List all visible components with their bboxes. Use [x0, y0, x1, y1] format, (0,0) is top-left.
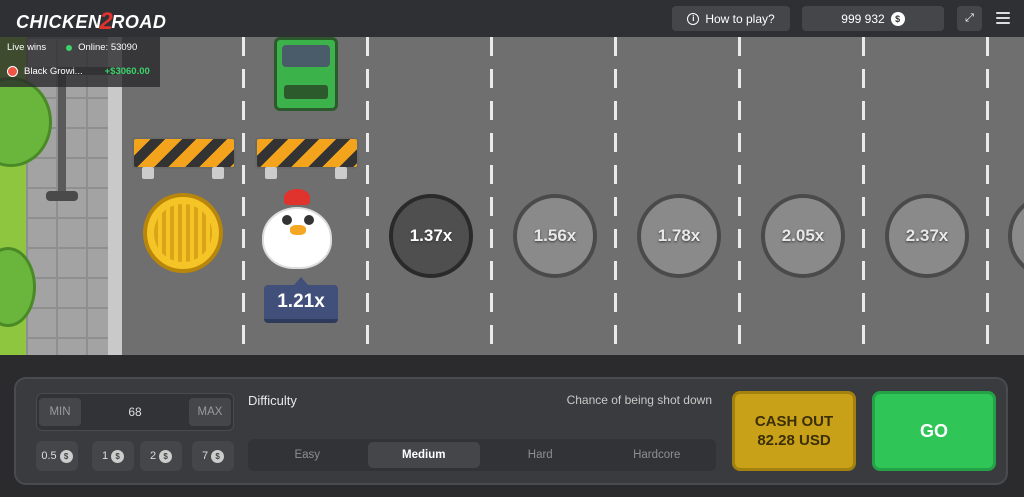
game-field: 1.21x 1.37x 1.56x 1.78x 2.05x 2.37x Live… [0, 37, 1024, 355]
min-bet-button[interactable]: MIN [39, 398, 81, 426]
quick-bet-value: 2 [149, 450, 157, 462]
current-multiplier-tag: 1.21x [264, 277, 338, 323]
online-count: Online: 53090 [78, 42, 138, 53]
manhole-multiplier[interactable]: 1.56x [513, 194, 597, 278]
barrier-leg [212, 167, 224, 179]
live-wins-label: Live wins [7, 42, 47, 53]
green-truck [270, 37, 342, 113]
road-barrier [255, 133, 359, 179]
live-wins-panel: Live wins Online: 53090 Black Growi... +… [0, 37, 160, 87]
quick-bet-button[interactable]: 1 $ [92, 441, 134, 471]
fullscreen-button[interactable]: ⤢ [957, 6, 982, 31]
chicken-eye [282, 215, 292, 225]
road-barrier [132, 133, 236, 179]
difficulty-label: Difficulty [248, 393, 297, 408]
max-bet-button[interactable]: MAX [188, 398, 231, 426]
balance-value: 999 932 [841, 11, 885, 26]
logo-text-2: ROAD [111, 12, 167, 32]
how-to-play-label: How to play? [705, 11, 775, 26]
live-header: Live wins Online: 53090 [7, 42, 137, 53]
menu-icon-line [996, 12, 1010, 14]
manhole-multiplier[interactable]: 2.05x [761, 194, 845, 278]
barrier-stripes [255, 137, 359, 169]
quick-bet-button[interactable]: 7 $ [192, 441, 234, 471]
multiplier-label: 1.56x [533, 226, 577, 245]
go-button[interactable]: GO [872, 391, 996, 471]
logo-number: 2 [99, 8, 114, 35]
quick-bet-value: 1 [101, 450, 109, 462]
quick-bet-button[interactable]: 2 $ [140, 441, 182, 471]
chicken-comb [284, 189, 310, 205]
how-to-play-button[interactable]: i How to play? [672, 6, 790, 31]
quick-bet-button[interactable]: 0.5 $ [36, 441, 78, 471]
logo: CHICKEN2ROAD [16, 7, 166, 35]
difficulty-selector: Easy Medium Hard Hardcore [248, 439, 716, 471]
cash-out-amount: 82.28 USD [757, 432, 831, 449]
manhole-multiplier[interactable]: 1.78x [637, 194, 721, 278]
online-dot-icon [66, 44, 73, 51]
multiplier-label: 2.05x [781, 226, 825, 245]
barrier-leg [265, 167, 277, 179]
gold-coin [143, 193, 223, 273]
menu-icon-line [996, 17, 1010, 19]
balance-display: 999 932 $ [802, 6, 944, 31]
difficulty-hard[interactable]: Hard [484, 442, 597, 468]
controls-panel: MIN 68 MAX 0.5 $ 1 $ 2 $ 7 $ Difficulty Chan… [14, 377, 1008, 485]
manhole-multiplier[interactable]: 1.37x [389, 194, 473, 278]
lane-divider [738, 37, 741, 355]
player-win-amount: +$3060.00 [104, 66, 150, 77]
menu-button[interactable] [994, 9, 1012, 27]
lane-divider [862, 37, 865, 355]
cash-out-button[interactable]: CASH OUT 82.28 USD [732, 391, 856, 471]
barrier-leg [335, 167, 347, 179]
chance-label: Chance of being shot down [566, 393, 712, 407]
info-icon: i [687, 12, 700, 25]
bet-amount-box: MIN 68 MAX [36, 393, 234, 431]
chicken-body [262, 207, 332, 269]
game-root: CHICKEN2ROAD i How to play? 999 932 $ ⤢ [0, 0, 1024, 497]
lane-divider [490, 37, 493, 355]
manhole-partial [1008, 194, 1024, 278]
street-lamp-base [46, 191, 78, 201]
menu-icon-line [996, 22, 1010, 24]
lane-divider [366, 37, 369, 355]
chicken-beak [290, 225, 306, 235]
dollar-icon: $ [211, 449, 225, 463]
manhole-multiplier[interactable]: 2.37x [885, 194, 969, 278]
multiplier-label: 1.78x [657, 226, 701, 245]
fullscreen-icon: ⤢ [965, 12, 974, 24]
truck-windshield [282, 45, 330, 67]
difficulty-medium[interactable]: Medium [367, 442, 480, 468]
multiplier-label: 1.37x [409, 226, 453, 245]
player-name: Black Growi... [24, 66, 83, 77]
dollar-icon: $ [111, 449, 125, 463]
dollar-icon: $ [159, 449, 173, 463]
quick-bet-value: 0.5 [41, 450, 57, 462]
coin-grate [154, 204, 212, 262]
chicken-character [258, 187, 336, 273]
lane-divider [614, 37, 617, 355]
bet-amount-input[interactable]: 68 [128, 405, 141, 419]
multiplier-label: 2.37x [905, 226, 949, 245]
quick-bet-value: 7 [201, 450, 209, 462]
barrier-stripes [132, 137, 236, 169]
lane-divider [242, 37, 245, 355]
logo-text: CHICKEN [16, 12, 102, 32]
live-win-entry: Black Growi... +$3060.00 [7, 66, 150, 77]
difficulty-easy[interactable]: Easy [251, 442, 364, 468]
chicken-eye [304, 215, 314, 225]
dollar-icon: $ [59, 449, 73, 463]
lane-divider [986, 37, 989, 355]
player-avatar [7, 66, 18, 77]
truck-grill [284, 85, 328, 99]
barrier-leg [142, 167, 154, 179]
difficulty-hardcore[interactable]: Hardcore [601, 442, 714, 468]
top-bar: CHICKEN2ROAD i How to play? 999 932 $ ⤢ [0, 0, 1024, 37]
cash-out-label: CASH OUT [754, 413, 834, 430]
dollar-icon: $ [890, 11, 905, 26]
